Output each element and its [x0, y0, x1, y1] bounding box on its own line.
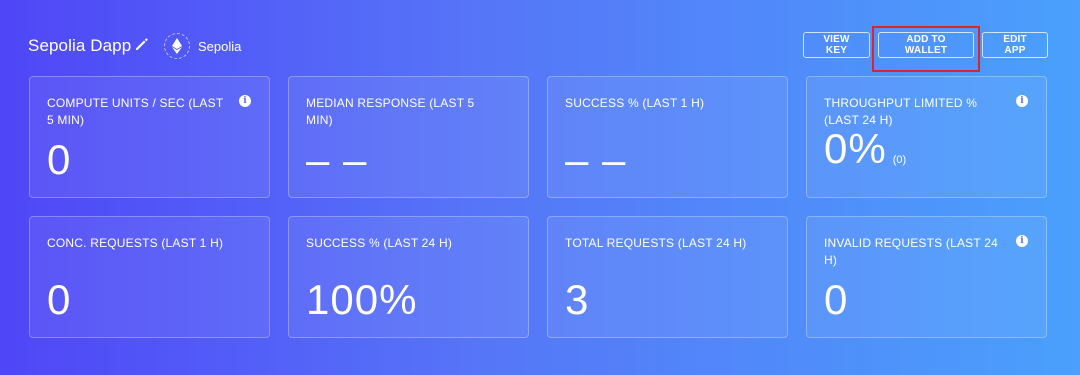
- network-label: Sepolia: [198, 38, 242, 54]
- metric-card-compute-units: COMPUTE UNITS / SEC (LAST 5 MIN) i 0: [29, 76, 270, 198]
- metric-label: SUCCESS % (LAST 1 H): [565, 96, 705, 110]
- ethereum-icon: [164, 33, 190, 59]
- metrics-grid: COMPUTE UNITS / SEC (LAST 5 MIN) i 0 MED…: [29, 76, 1048, 338]
- app-title: Sepolia Dapp: [28, 36, 132, 55]
- view-key-button[interactable]: VIEW KEY: [803, 32, 870, 58]
- metric-card-median-response: MEDIAN RESPONSE (LAST 5 MIN) – –: [288, 76, 529, 198]
- metric-value: 0: [47, 276, 72, 323]
- metric-label: THROUGHPUT LIMITED % (LAST 24 H): [824, 96, 978, 127]
- metric-label: INVALID REQUESTS (LAST 24 H): [824, 236, 998, 267]
- metric-card-throughput-limited: THROUGHPUT LIMITED % (LAST 24 H) i 0% (0): [806, 76, 1047, 198]
- app-header: Sepolia Dapp Sepolia VIEW KEY ADD TO WAL…: [28, 26, 1048, 72]
- metric-card-invalid-requests: INVALID REQUESTS (LAST 24 H) i 0: [806, 216, 1047, 338]
- metric-value-wrap: 0% (0): [824, 125, 906, 184]
- metric-value: – –: [306, 136, 368, 183]
- add-to-wallet-wrapper: ADD TO WALLET: [872, 26, 980, 72]
- metric-value: – –: [565, 136, 627, 183]
- header-actions: VIEW KEY ADD TO WALLET EDIT APP: [803, 26, 1048, 72]
- pencil-icon[interactable]: [134, 36, 150, 52]
- metric-label: TOTAL REQUESTS (LAST 24 H): [565, 236, 747, 250]
- metric-label: CONC. REQUESTS (LAST 1 H): [47, 236, 224, 250]
- metric-subvalue: (0): [892, 154, 907, 166]
- metric-label: SUCCESS % (LAST 24 H): [306, 236, 453, 250]
- info-icon[interactable]: i: [1016, 95, 1028, 107]
- metric-value: 0%: [824, 125, 887, 172]
- add-to-wallet-button[interactable]: ADD TO WALLET: [878, 32, 974, 58]
- network-indicator: Sepolia: [164, 32, 241, 60]
- metric-value: 100%: [306, 276, 418, 323]
- edit-app-button[interactable]: EDIT APP: [982, 32, 1048, 58]
- metric-value: 0: [824, 276, 849, 323]
- metric-value: 0: [47, 136, 72, 183]
- metric-card-success-24h: SUCCESS % (LAST 24 H) 100%: [288, 216, 529, 338]
- metric-value: 3: [565, 276, 590, 323]
- metric-card-success-1h: SUCCESS % (LAST 1 H) – –: [547, 76, 788, 198]
- metric-card-conc-requests: CONC. REQUESTS (LAST 1 H) 0: [29, 216, 270, 338]
- metric-card-total-requests: TOTAL REQUESTS (LAST 24 H) 3: [547, 216, 788, 338]
- info-icon[interactable]: i: [239, 95, 251, 107]
- metric-label: MEDIAN RESPONSE (LAST 5 MIN): [306, 96, 475, 127]
- info-icon[interactable]: i: [1016, 235, 1028, 247]
- metric-label: COMPUTE UNITS / SEC (LAST 5 MIN): [47, 96, 224, 127]
